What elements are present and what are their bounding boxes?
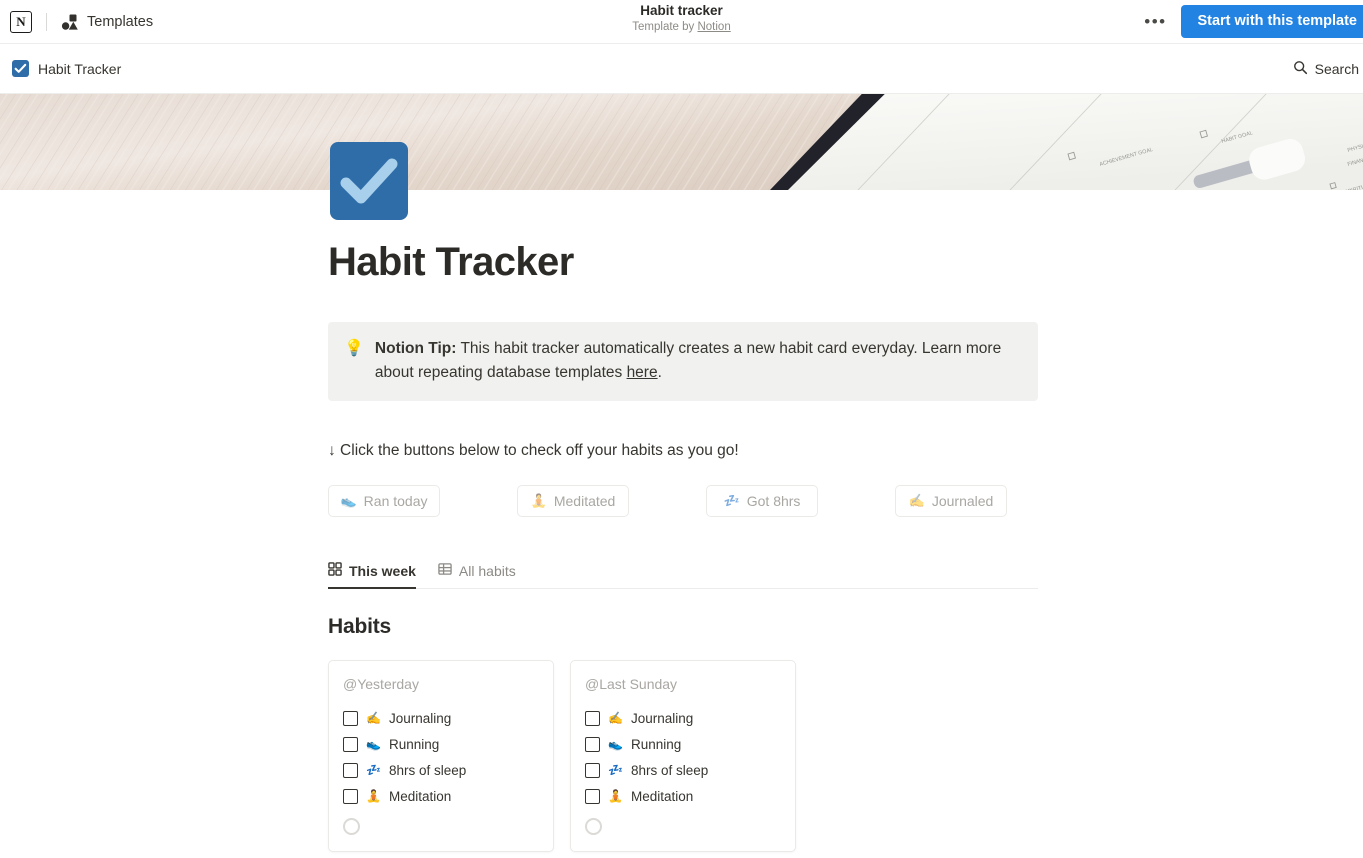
search-label: Search (1314, 60, 1359, 77)
top-bar-actions: ••• Start with this template (1138, 0, 1363, 43)
tab-all-habits[interactable]: All habits (438, 562, 516, 588)
habit-button-journaled[interactable]: ✍️ Journaled (895, 485, 1007, 517)
more-options-icon[interactable]: ••• (1138, 8, 1172, 36)
habit-button-slot: 🧘 Meditated (517, 485, 706, 517)
habit-item-label: 8hrs of sleep (389, 762, 467, 778)
habit-checklist-item[interactable]: 🧘 Meditation (585, 783, 781, 809)
callout-text: Notion Tip: This habit tracker automatic… (375, 337, 1022, 385)
checkmark-page-icon (12, 60, 29, 77)
habit-item-label: Running (631, 736, 682, 752)
templates-nav-link[interactable]: Templates (61, 13, 153, 31)
top-navigation-bar: N Templates Habit tracker Template by No… (0, 0, 1363, 44)
habit-item-label: Journaling (631, 710, 694, 726)
breadcrumb-page-label: Habit Tracker (38, 60, 122, 77)
database-view-tabs: This week All habits (328, 562, 1038, 589)
habit-checklist-item[interactable]: ✍️ Journaling (585, 705, 781, 731)
instruction-text: ↓ Click the buttons below to check off y… (328, 442, 739, 459)
habit-cards-gallery: @Yesterday ✍️ Journaling 👟 Running 💤 8hr… (328, 660, 1038, 852)
sleep-icon: 💤 (608, 763, 623, 777)
tab-this-week[interactable]: This week (328, 562, 416, 589)
running-shoe-icon: 👟 (340, 493, 357, 508)
habit-buttons-row: 👟 Ran today 🧘 Meditated 💤 Got 8hrs ✍️ Jo… (328, 485, 1038, 517)
habit-item-label: Meditation (389, 788, 452, 804)
writing-hand-icon: ✍️ (608, 711, 623, 725)
habit-checklist-item[interactable]: 💤 8hrs of sleep (343, 757, 539, 783)
habit-button-label: Got 8hrs (746, 493, 801, 509)
habit-button-ran-today[interactable]: 👟 Ran today (328, 485, 440, 517)
meditation-icon: 🧘 (608, 789, 623, 803)
habit-button-slot: 👟 Ran today (328, 485, 517, 517)
habit-checklist-item[interactable]: 🧘 Meditation (343, 783, 539, 809)
running-shoe-icon: 👟 (608, 737, 623, 751)
habit-item-label: Meditation (631, 788, 694, 804)
checkbox[interactable] (343, 788, 358, 804)
habit-item-label: Journaling (389, 710, 452, 726)
checkbox[interactable] (585, 762, 600, 778)
tab-label: All habits (458, 562, 516, 579)
habit-button-label: Journaled (931, 493, 994, 509)
divider (46, 12, 47, 31)
writing-hand-icon: ✍️ (366, 711, 381, 725)
habit-checklist-item[interactable]: 👟 Running (585, 731, 781, 757)
breadcrumb-bar: Habit Tracker Search (0, 44, 1363, 94)
habit-button-slot: 💤 Got 8hrs (706, 485, 895, 517)
notion-author-link[interactable]: Notion (697, 21, 730, 33)
habit-card-title: @Yesterday (343, 676, 419, 692)
callout-body-part2: . (657, 364, 662, 381)
database-title: Habits (328, 615, 391, 638)
sleep-icon: 💤 (366, 763, 381, 777)
checkbox[interactable] (585, 710, 600, 726)
habit-checklist-item[interactable]: ✍️ Journaling (343, 705, 539, 731)
callout-bold-prefix: Notion Tip: (374, 340, 457, 357)
checkbox[interactable] (343, 710, 358, 726)
page-cover-image: Goal Detail SMARTER goal ACHIEVEMENT GOA… (0, 94, 1363, 190)
habit-card-title: @Last Sunday (585, 676, 678, 692)
writing-hand-icon: ✍️ (908, 493, 925, 508)
lightbulb-icon: 💡 (344, 340, 364, 357)
page-title: Habit Tracker (328, 240, 574, 284)
sleep-icon: 💤 (723, 493, 740, 508)
search-button[interactable]: Search (1293, 60, 1359, 78)
notion-logo[interactable]: N (10, 10, 32, 33)
running-shoe-icon: 👟 (366, 737, 381, 751)
loading-spinner-icon (585, 818, 602, 835)
table-view-icon (438, 562, 452, 579)
search-icon (1293, 60, 1308, 78)
header-subtitle-prefix: Template by (632, 21, 698, 33)
checkbox[interactable] (585, 788, 600, 804)
start-with-template-button[interactable]: Start with this template (1181, 5, 1363, 38)
breadcrumb[interactable]: Habit Tracker (12, 60, 121, 77)
meditation-icon: 🧘 (530, 493, 547, 508)
habit-card[interactable]: @Yesterday ✍️ Journaling 👟 Running 💤 8hr… (328, 660, 554, 852)
page-body: Habit Tracker 💡 Notion Tip: This habit t… (0, 142, 1363, 852)
loading-spinner-icon (343, 818, 360, 835)
callout-body-part1: This habit tracker automatically creates… (374, 340, 1002, 381)
habit-checklist-item[interactable]: 💤 8hrs of sleep (585, 757, 781, 783)
habit-item-label: Running (389, 736, 440, 752)
page-content: Habit Tracker 💡 Notion Tip: This habit t… (328, 190, 1038, 852)
habit-button-label: Meditated (553, 493, 616, 509)
habit-button-got-8hrs[interactable]: 💤 Got 8hrs (706, 485, 818, 517)
checkbox[interactable] (343, 736, 358, 752)
habit-checklist-item[interactable]: 👟 Running (343, 731, 539, 757)
page-icon-checkmark[interactable] (330, 142, 408, 220)
callout-here-link[interactable]: here (627, 364, 658, 381)
habit-card[interactable]: @Last Sunday ✍️ Journaling 👟 Running 💤 8… (570, 660, 796, 852)
habit-button-meditated[interactable]: 🧘 Meditated (517, 485, 629, 517)
habit-item-label: 8hrs of sleep (631, 762, 709, 778)
habit-button-slot: ✍️ Journaled (895, 485, 1007, 517)
checkbox[interactable] (585, 736, 600, 752)
templates-label: Templates (87, 13, 154, 30)
templates-shapes-icon (61, 13, 79, 31)
checkbox[interactable] (343, 762, 358, 778)
gallery-view-icon (328, 562, 342, 579)
meditation-icon: 🧘 (366, 789, 381, 803)
habit-button-label: Ran today (363, 493, 428, 509)
notion-tip-callout: 💡 Notion Tip: This habit tracker automat… (328, 322, 1038, 401)
tab-label: This week (349, 562, 416, 579)
